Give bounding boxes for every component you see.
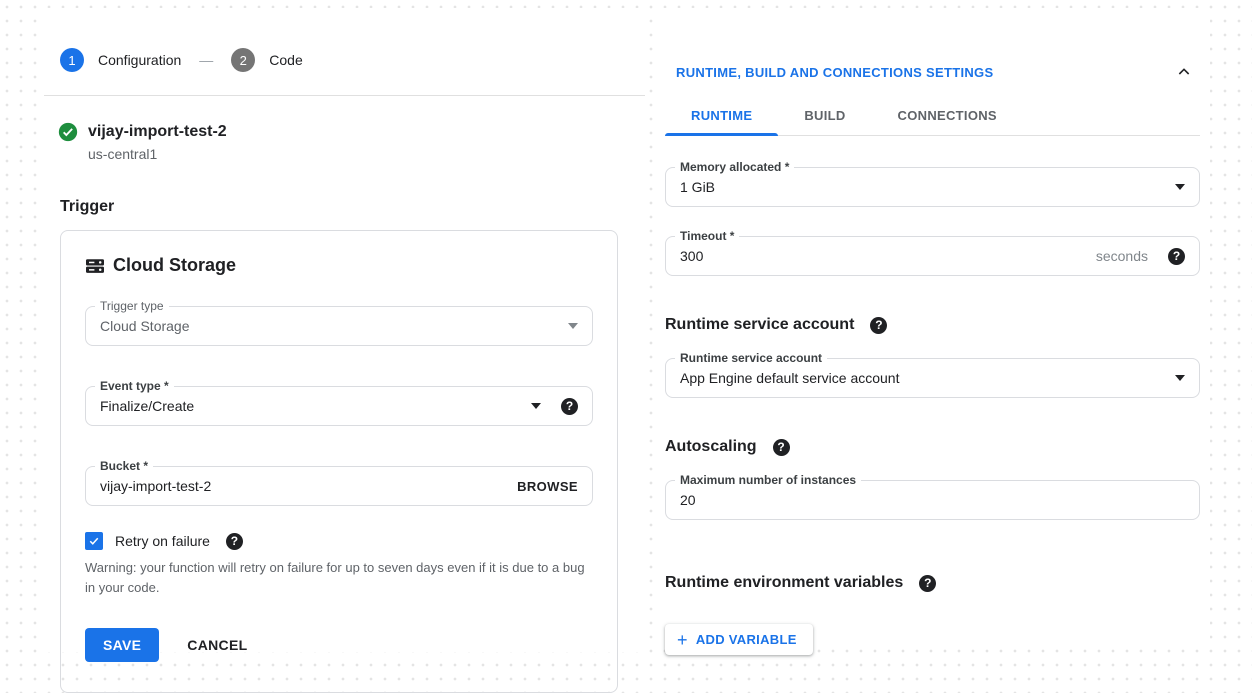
add-variable-label: ADD VARIABLE <box>696 632 797 647</box>
help-icon[interactable]: ? <box>226 533 243 550</box>
max-instances-value: 20 <box>680 492 1185 508</box>
browse-button[interactable]: BROWSE <box>517 479 578 494</box>
runtime-service-account-label: Runtime service account <box>675 351 827 365</box>
save-button[interactable]: SAVE <box>85 628 159 662</box>
timeout-input[interactable]: Timeout * 300 seconds ? <box>665 236 1200 276</box>
configuration-panel: 1 Configuration — 2 Code vijay-import-te… <box>44 8 645 652</box>
trigger-card: Cloud Storage Trigger type Cloud Storage… <box>60 230 618 693</box>
plus-icon: + <box>677 633 688 647</box>
max-instances-label: Maximum number of instances <box>675 473 861 487</box>
cloud-storage-icon <box>85 256 105 276</box>
trigger-type-label: Trigger type <box>95 299 169 313</box>
event-type-value: Finalize/Create <box>100 398 519 414</box>
env-vars-section: Runtime environment variables ? <box>665 574 1210 592</box>
timeout-label: Timeout * <box>675 229 739 243</box>
retry-checkbox-label[interactable]: Retry on failure <box>115 533 210 549</box>
retry-checkbox[interactable] <box>85 532 103 550</box>
help-icon[interactable]: ? <box>561 398 578 415</box>
timeout-value: 300 <box>680 248 1084 264</box>
help-icon[interactable]: ? <box>1168 248 1185 265</box>
chevron-down-icon <box>568 323 578 329</box>
max-instances-input[interactable]: Maximum number of instances 20 <box>665 480 1200 520</box>
stepper: 1 Configuration — 2 Code <box>60 48 645 72</box>
trigger-card-header: Cloud Storage <box>85 255 593 276</box>
bucket-input[interactable]: Bucket * vijay-import-test-2 BROWSE <box>85 466 593 506</box>
function-name: vijay-import-test-2 <box>88 123 227 141</box>
step-1-circle[interactable]: 1 <box>60 48 84 72</box>
tab-connections[interactable]: CONNECTIONS <box>872 102 1023 135</box>
settings-expander-title[interactable]: RUNTIME, BUILD AND CONNECTIONS SETTINGS <box>676 65 993 80</box>
event-type-label: Event type * <box>95 379 174 393</box>
timeout-suffix: seconds <box>1096 248 1148 264</box>
settings-tabs: RUNTIME BUILD CONNECTIONS <box>665 102 1200 136</box>
runtime-settings-panel: RUNTIME, BUILD AND CONNECTIONS SETTINGS … <box>662 8 1210 648</box>
runtime-service-account-section: Runtime service account ? <box>665 316 1210 334</box>
step-separator: — <box>199 52 213 68</box>
runtime-service-account-value: App Engine default service account <box>680 370 1163 386</box>
add-variable-button[interactable]: + ADD VARIABLE <box>665 624 813 655</box>
bucket-label: Bucket * <box>95 459 153 473</box>
check-circle-icon <box>58 122 78 142</box>
memory-allocated-label: Memory allocated * <box>675 160 794 174</box>
env-vars-heading: Runtime environment variables <box>665 574 903 592</box>
bucket-value: vijay-import-test-2 <box>100 478 517 494</box>
step-1-label: Configuration <box>98 52 181 68</box>
autoscaling-section: Autoscaling ? <box>665 438 1210 456</box>
chevron-down-icon <box>1175 184 1185 190</box>
chevron-up-icon[interactable] <box>1176 64 1192 80</box>
help-icon[interactable]: ? <box>919 575 936 592</box>
function-region: us-central1 <box>88 146 645 162</box>
cancel-button[interactable]: CANCEL <box>187 637 247 653</box>
trigger-actions: SAVE CANCEL <box>85 628 593 662</box>
chevron-down-icon <box>531 403 541 409</box>
autoscaling-heading: Autoscaling <box>665 438 757 456</box>
chevron-down-icon <box>1175 375 1185 381</box>
memory-allocated-value: 1 GiB <box>680 179 1163 195</box>
trigger-type-value: Cloud Storage <box>100 318 556 334</box>
tab-runtime[interactable]: RUNTIME <box>665 102 778 135</box>
stepper-divider <box>44 95 645 96</box>
tab-build[interactable]: BUILD <box>778 102 871 135</box>
retry-checkbox-row: Retry on failure ? <box>85 532 593 550</box>
memory-allocated-select[interactable]: Memory allocated * 1 GiB <box>665 167 1200 207</box>
runtime-service-account-select[interactable]: Runtime service account App Engine defau… <box>665 358 1200 398</box>
function-name-row: vijay-import-test-2 <box>58 122 645 142</box>
step-2-circle[interactable]: 2 <box>231 48 255 72</box>
runtime-service-account-heading: Runtime service account <box>665 316 854 334</box>
event-type-select[interactable]: Event type * Finalize/Create ? <box>85 386 593 426</box>
trigger-section-title: Trigger <box>60 198 645 216</box>
step-2-label: Code <box>269 52 302 68</box>
trigger-type-select[interactable]: Trigger type Cloud Storage <box>85 306 593 346</box>
help-icon[interactable]: ? <box>773 439 790 456</box>
help-icon[interactable]: ? <box>870 317 887 334</box>
retry-warning-text: Warning: your function will retry on fai… <box>85 558 593 598</box>
settings-expander-header[interactable]: RUNTIME, BUILD AND CONNECTIONS SETTINGS <box>676 64 1192 80</box>
trigger-card-title: Cloud Storage <box>113 255 236 276</box>
